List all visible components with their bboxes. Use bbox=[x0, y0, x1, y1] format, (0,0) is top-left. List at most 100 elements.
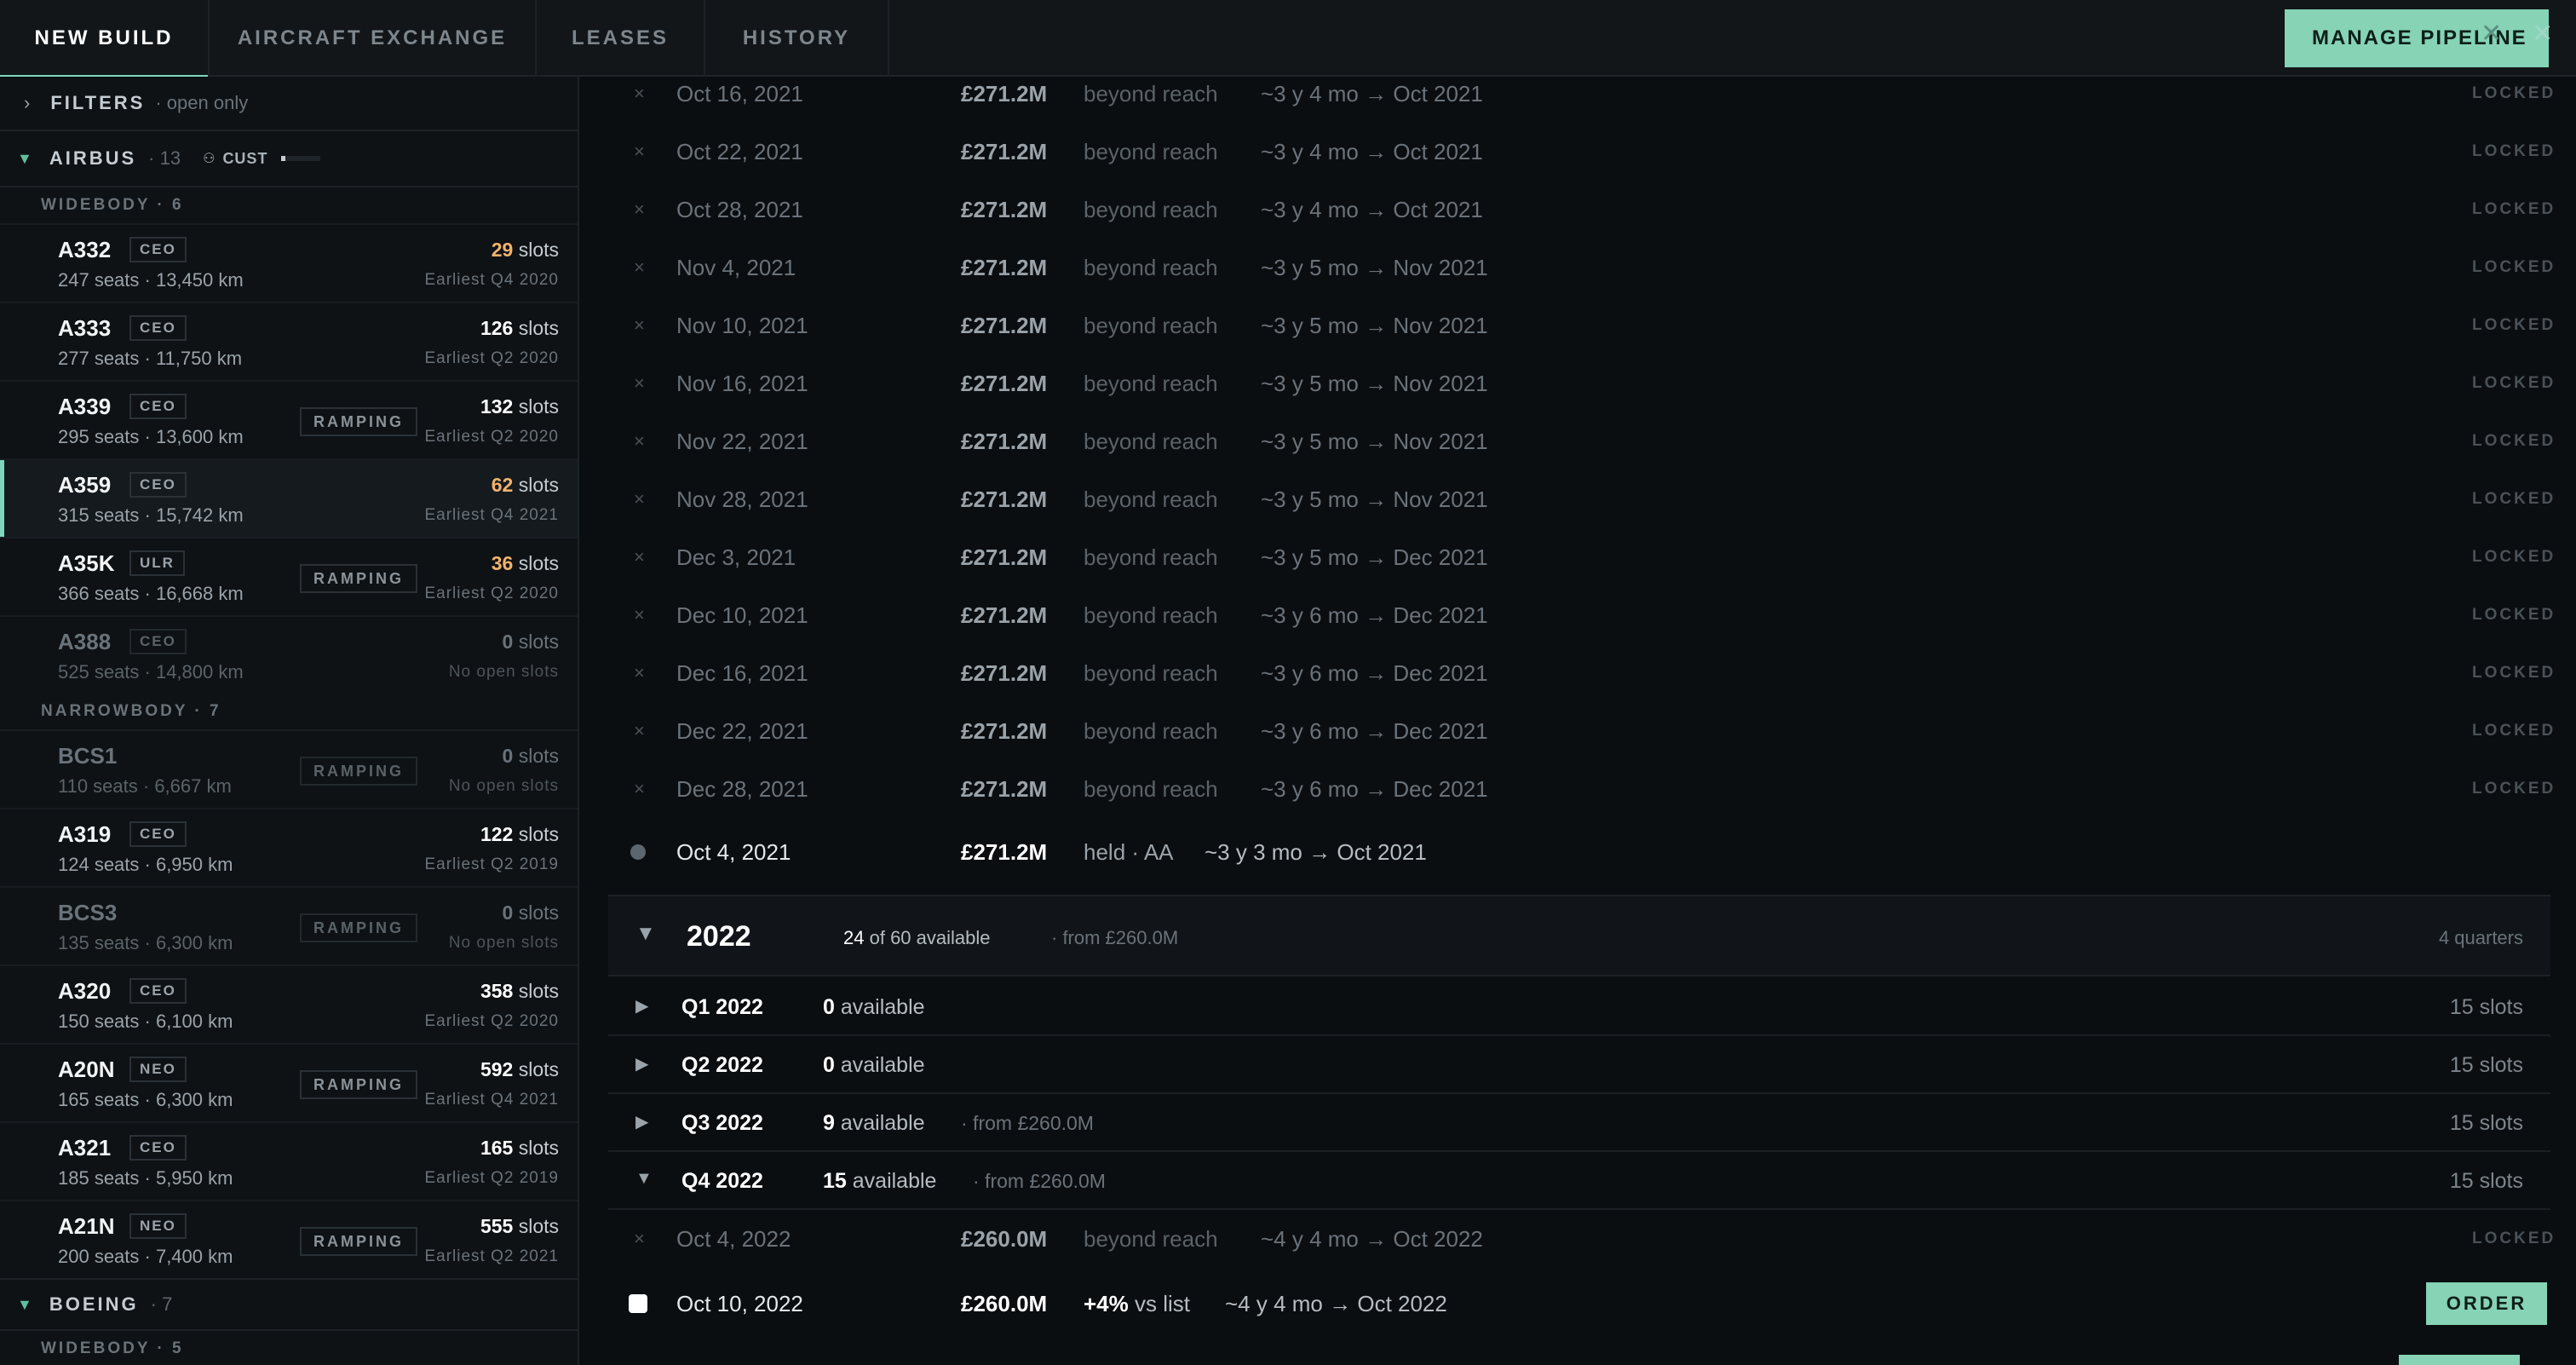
x-icon: × bbox=[634, 256, 645, 278]
slot-status: beyond reach bbox=[1084, 775, 1218, 802]
slot-price: £271.2M bbox=[961, 312, 1048, 338]
slot-count-word: slots bbox=[518, 823, 559, 845]
aircraft-row-a388[interactable]: A388 CEO 525 seats · 14,800 km 0 slots No op… bbox=[0, 615, 578, 694]
slot-count-value: 0 bbox=[502, 631, 514, 653]
order-button[interactable]: ORDER bbox=[2426, 1282, 2547, 1325]
x-icon: × bbox=[634, 604, 645, 625]
slot-count: 165 slots bbox=[480, 1137, 559, 1160]
quarter-row-q4-2022[interactable]: ▼ Q4 2022 15 available · from £260.0M 15 slo… bbox=[608, 1152, 2550, 1210]
year-2022-header[interactable]: ▼ 2022 24 of 60 available · from £260.0M… bbox=[608, 895, 2550, 976]
slot-count: 555 slots bbox=[480, 1215, 559, 1238]
slot-status: beyond reach bbox=[1084, 486, 1218, 512]
aircraft-spec: 110 seats · 6,667 km bbox=[58, 775, 232, 797]
locked-slot-row: × Oct 16, 2021 £271.2M beyond reach ~3 y 4 m… bbox=[608, 77, 2576, 123]
tab-leases[interactable]: LEASES bbox=[537, 0, 705, 77]
quarter-row-q2-2022[interactable]: ▶ Q2 2022 0 available 15 slots bbox=[608, 1036, 2550, 1094]
slot-eta: ~3 y 5 mo → Nov 2021 bbox=[1261, 370, 1488, 396]
slot-count-word: slots bbox=[518, 317, 559, 339]
slot-count-word: slots bbox=[518, 745, 559, 767]
order-button[interactable] bbox=[2399, 1355, 2520, 1365]
aircraft-spec: 295 seats · 13,600 km bbox=[58, 426, 244, 447]
slot-count-value: 62 bbox=[491, 474, 514, 496]
close-icon[interactable]: ✕ bbox=[2481, 19, 2502, 49]
aircraft-row-a321[interactable]: A321 CEO 185 seats · 5,950 km 165 slots Earl… bbox=[0, 1121, 578, 1200]
quarter-available-word: available bbox=[852, 1169, 937, 1193]
slot-count-value: 0 bbox=[502, 745, 514, 767]
slot-schedule: × Oct 16, 2021 £271.2M beyond reach ~3 y 4 m… bbox=[581, 77, 2576, 1365]
cust-label: CUST bbox=[222, 149, 268, 167]
earliest-date: Earliest Q4 2021 bbox=[424, 506, 559, 524]
slot-price: £271.2M bbox=[961, 659, 1048, 686]
locked-slot-row: × Nov 28, 2021 £271.2M beyond reach ~3 y 5 m… bbox=[608, 470, 2576, 528]
aircraft-row-a333[interactable]: A333 CEO 277 seats · 11,750 km 126 slots Ear… bbox=[0, 302, 578, 380]
year-available-text: of 60 available bbox=[869, 927, 991, 948]
slot-status: beyond reach bbox=[1084, 428, 1218, 454]
aircraft-code: A21N bbox=[58, 1213, 115, 1239]
triangle-right-icon: ▶ bbox=[635, 997, 649, 1016]
close-icon[interactable]: ✕ bbox=[2532, 19, 2553, 49]
aircraft-spec: 135 seats · 6,300 km bbox=[58, 932, 233, 953]
slot-count: 29 slots bbox=[492, 239, 559, 262]
aircraft-row-a21n[interactable]: A21N NEO 200 seats · 7,400 km RAMPING 555 sl… bbox=[0, 1200, 578, 1278]
variant-badge: CEO bbox=[129, 394, 187, 419]
slot-status: beyond reach bbox=[1084, 254, 1218, 280]
x-icon: × bbox=[634, 83, 645, 104]
earliest-date: Earliest Q2 2021 bbox=[424, 1247, 559, 1265]
slot-price: £271.2M bbox=[961, 80, 1048, 107]
manufacturer-boeing-header[interactable]: ▼ BOEING · 7 bbox=[0, 1278, 578, 1331]
quarter-row-q1-2022[interactable]: ▶ Q1 2022 0 available 15 slots bbox=[608, 978, 2550, 1036]
aircraft-row-a332[interactable]: A332 CEO 247 seats · 13,450 km 29 slots Earl… bbox=[0, 223, 578, 302]
aircraft-spec: 165 seats · 6,300 km bbox=[58, 1089, 233, 1110]
aircraft-row-a359[interactable]: A359 CEO 315 seats · 15,742 km 62 slots Earl… bbox=[0, 458, 578, 537]
slot-date: Oct 4, 2021 bbox=[676, 838, 791, 865]
aircraft-row-a320[interactable]: A320 CEO 150 seats · 6,100 km 358 slots Earl… bbox=[0, 965, 578, 1043]
quarter-slot-total: 15 slots bbox=[2449, 1169, 2523, 1193]
manage-pipeline-button[interactable]: MANAGE PIPELINE bbox=[2285, 9, 2549, 67]
slot-eta: ~3 y 6 mo → Dec 2021 bbox=[1261, 602, 1488, 628]
orderable-slot-row: Oct 10, 2022 £260.0M +4% vs list ~4 y 4 … bbox=[608, 1275, 2576, 1333]
earliest-date: No open slots bbox=[448, 934, 559, 952]
aircraft-code: A320 bbox=[58, 978, 112, 1004]
quarter-row-q3-2022[interactable]: ▶ Q3 2022 9 available · from £260.0M 15 slot… bbox=[608, 1094, 2550, 1152]
slot-count-value: 126 bbox=[480, 317, 514, 339]
quarter-availability: 0 available bbox=[823, 995, 925, 1020]
slot-count-word: slots bbox=[518, 395, 559, 418]
aircraft-row-a20n[interactable]: A20N NEO 165 seats · 6,300 km RAMPING 592 sl… bbox=[0, 1043, 578, 1121]
slot-count-word: slots bbox=[518, 980, 559, 1002]
filters-toggle[interactable]: › FILTERS · open only bbox=[0, 77, 578, 131]
aircraft-row-a339[interactable]: A339 CEO 295 seats · 13,600 km RAMPING 132 s… bbox=[0, 380, 578, 458]
quarter-slot-total: 15 slots bbox=[2449, 995, 2523, 1019]
earliest-date: Earliest Q2 2019 bbox=[424, 1169, 559, 1187]
x-icon: × bbox=[634, 372, 645, 394]
slot-status: beyond reach bbox=[1084, 1225, 1218, 1252]
tab-new-build[interactable]: NEW BUILD bbox=[0, 0, 210, 78]
tab-aircraft-exchange[interactable]: AIRCRAFT EXCHANGE bbox=[210, 0, 537, 77]
person-icon: ⚇ bbox=[203, 152, 216, 166]
quarter-name: Q2 2022 bbox=[681, 1053, 763, 1077]
aircraft-row-a35k[interactable]: A35K ULR 366 seats · 16,668 km RAMPING 36 sl… bbox=[0, 537, 578, 615]
aircraft-row-bcs3[interactable]: BCS3 135 seats · 6,300 km RAMPING 0 slots No… bbox=[0, 886, 578, 965]
slot-count-value: 36 bbox=[491, 552, 514, 574]
slot-price: £260.0M bbox=[961, 1225, 1048, 1252]
slot-date: Oct 22, 2021 bbox=[676, 138, 803, 164]
ramping-badge: RAMPING bbox=[300, 913, 417, 942]
slot-count-value: 555 bbox=[480, 1215, 514, 1237]
aircraft-row-a319[interactable]: A319 CEO 124 seats · 6,950 km 122 slots Earl… bbox=[0, 808, 578, 886]
locked-tag: LOCKED bbox=[2472, 200, 2556, 218]
slot-date: Nov 28, 2021 bbox=[676, 486, 808, 512]
delta-word: vs list bbox=[1135, 1290, 1190, 1316]
locked-tag: LOCKED bbox=[2472, 1230, 2556, 1247]
triangle-right-icon: ▶ bbox=[635, 1055, 649, 1074]
aircraft-sidebar: › FILTERS · open only ▼ AIRBUS · 13 ⚇ CU… bbox=[0, 77, 579, 1365]
manufacturer-airbus-header[interactable]: ▼ AIRBUS · 13 ⚇ CUST bbox=[0, 131, 578, 187]
slot-status: beyond reach bbox=[1084, 312, 1218, 338]
aircraft-row-bcs1[interactable]: BCS1 110 seats · 6,667 km RAMPING 0 slots No… bbox=[0, 729, 578, 808]
quarter-available-count: 0 bbox=[823, 1053, 835, 1077]
slot-checkbox[interactable] bbox=[629, 1294, 647, 1313]
slot-count: 592 slots bbox=[480, 1058, 559, 1081]
slot-price: £271.2M bbox=[961, 838, 1048, 865]
aircraft-spec: 185 seats · 5,950 km bbox=[58, 1167, 233, 1189]
tab-history[interactable]: HISTORY bbox=[705, 0, 889, 77]
triangle-right-icon: ▶ bbox=[635, 1113, 649, 1132]
variant-badge: NEO bbox=[129, 1213, 187, 1239]
